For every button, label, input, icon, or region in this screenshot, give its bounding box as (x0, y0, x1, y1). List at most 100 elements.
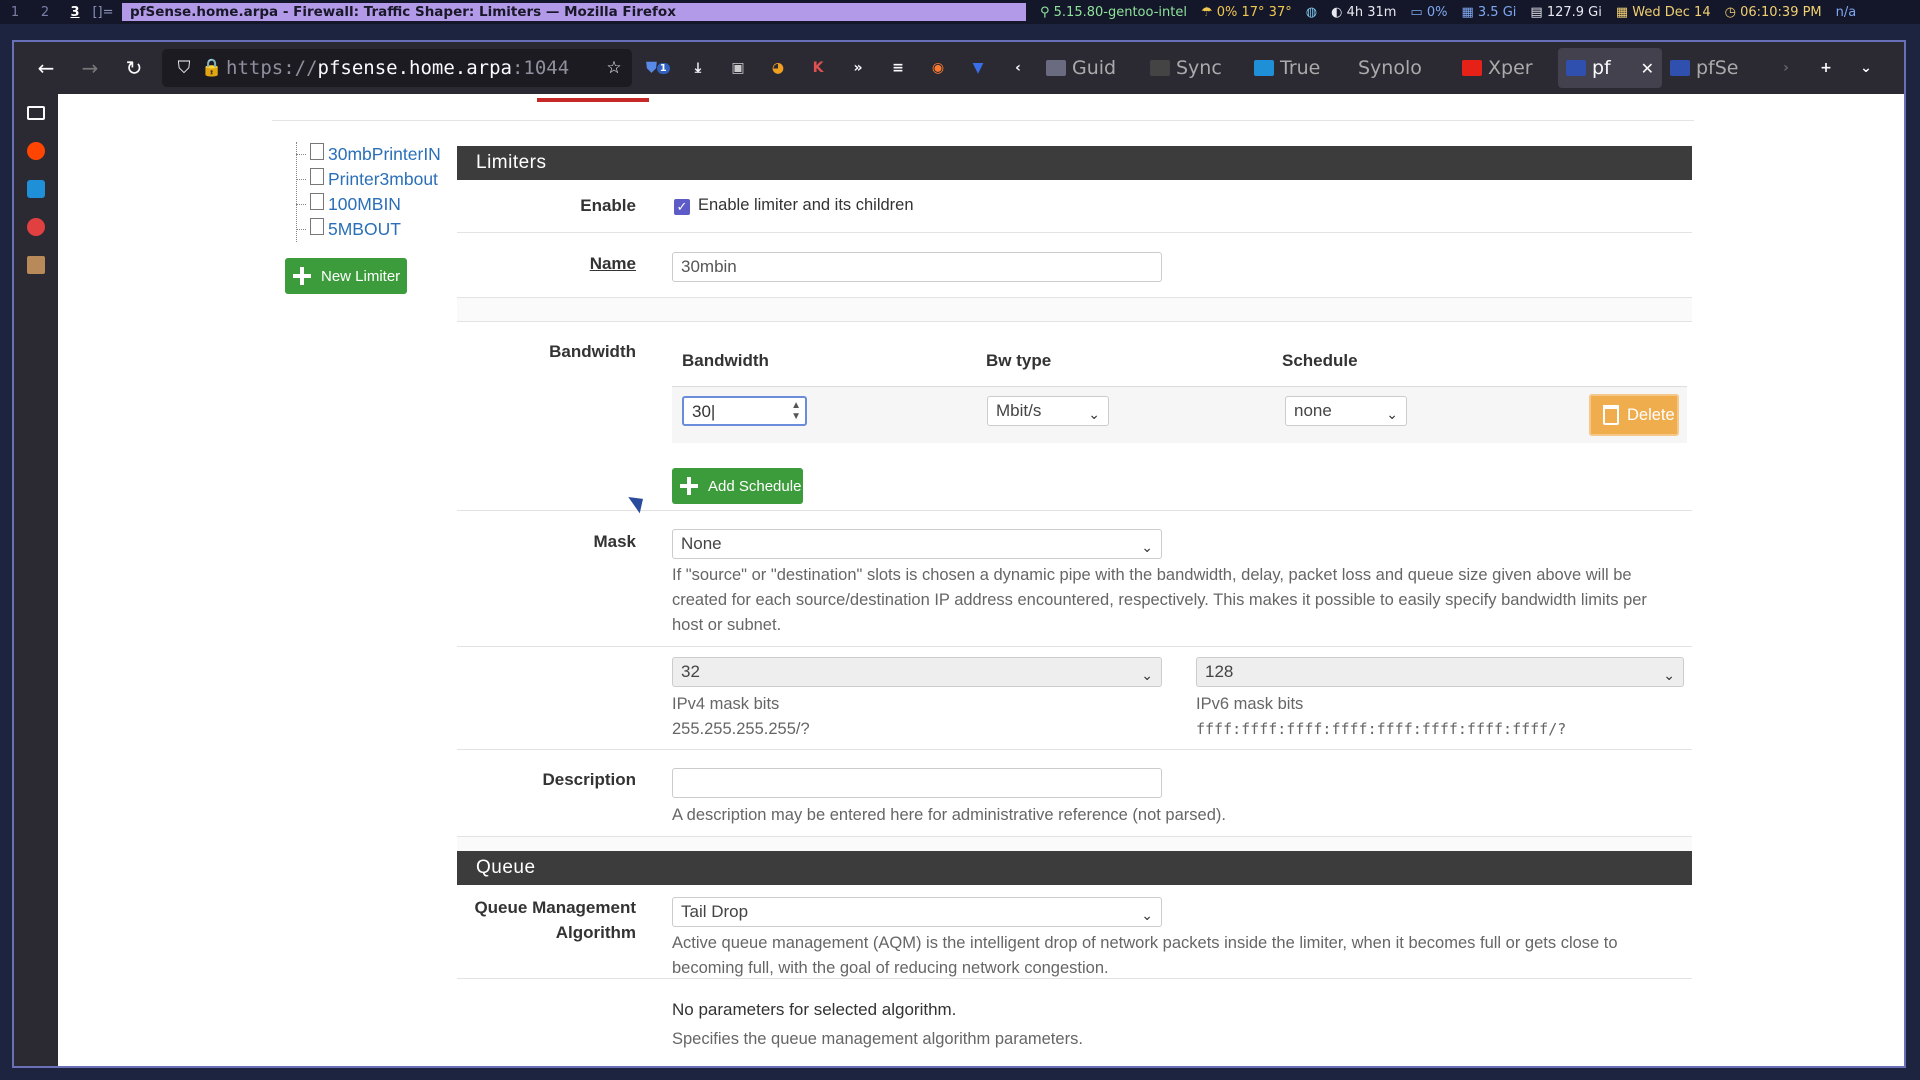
tree-item-label[interactable]: 30mbPrinterIN (328, 144, 441, 165)
memory-value: 3.5 Gi (1477, 4, 1517, 20)
reddit-icon[interactable] (14, 132, 58, 170)
tree-item-label[interactable]: 5MBOUT (328, 219, 401, 240)
ublock-extension-icon[interactable]: ⛊ 1 (638, 50, 678, 86)
window-manager-bar: 1 2 3 []= pfSense.home.arpa - Firewall: … (0, 0, 1920, 24)
enable-checkbox[interactable]: ✓ (674, 199, 690, 215)
cpu-value: 0% (1426, 4, 1448, 20)
menu-icon[interactable]: ≡ (878, 50, 918, 86)
layout-indicator[interactable]: []= (90, 5, 116, 20)
disk-value: 127.9 Gi (1546, 4, 1602, 20)
new-limiter-button[interactable]: New Limiter (285, 258, 407, 294)
tab-truenas[interactable]: True (1246, 48, 1350, 88)
schedule-column-header: Schedule (1282, 351, 1358, 370)
tab-label: pf (1592, 57, 1611, 79)
chevron-down-icon: ⌄ (1386, 406, 1398, 422)
tab-label: Xper (1488, 57, 1533, 79)
limiters-panel: Limiters Enable ✓ Enable limiter and its… (457, 146, 1692, 1066)
add-schedule-button[interactable]: Add Schedule (672, 468, 803, 504)
description-input[interactable] (672, 768, 1162, 798)
lock-icon[interactable]: 🔒 (198, 58, 226, 78)
truenas-icon[interactable] (14, 170, 58, 208)
k-extension-icon[interactable]: K (798, 50, 838, 86)
document-icon (310, 143, 324, 160)
name-row: Name 30mbin (457, 233, 1692, 298)
mask-select[interactable]: None ⌄ (672, 529, 1162, 559)
tab-list-icon[interactable]: ▼ (958, 50, 998, 86)
cpu-status: ▭ 0% (1410, 4, 1448, 20)
tab-favicon-icon (1046, 60, 1066, 76)
ipv4-mask-text: 255.255.255.255/? (672, 720, 810, 738)
extra-status: n/a (1835, 4, 1857, 20)
limiters-heading: Limiters (457, 146, 1692, 180)
queue-params-row: No parameters for selected algorithm. Sp… (457, 979, 1692, 1066)
tab-pfsense-active[interactable]: pf ✕ (1558, 48, 1662, 88)
bookmark-star-icon[interactable]: ☆ (600, 58, 628, 78)
reader-extension-icon[interactable]: ▣ (718, 50, 758, 86)
all-tabs-chevron-icon[interactable]: ⌄ (1846, 50, 1886, 86)
queue-algorithm-select[interactable]: Tail Drop ⌄ (672, 897, 1162, 927)
close-tab-icon[interactable]: ✕ (1641, 59, 1654, 78)
trash-icon (1603, 405, 1619, 425)
enable-text[interactable]: Enable limiter and its children (698, 193, 914, 218)
new-tab-icon[interactable]: + (1806, 50, 1846, 86)
ipv4-bits-value: 32 (681, 662, 700, 681)
tree-item-label[interactable]: 100MBIN (328, 194, 401, 215)
firefox-window: ← → ↻ ⛉ 🔒 https://pfsense.home.arpa:1044… (12, 40, 1906, 1068)
tree-item-5mbout[interactable]: 5MBOUT (296, 217, 441, 242)
tab-favicon-icon (1566, 60, 1586, 76)
avatar-icon[interactable] (14, 246, 58, 284)
back-arrow-icon[interactable]: ← (24, 48, 68, 88)
tab-guide[interactable]: Guid (1038, 48, 1142, 88)
document-icon (310, 193, 324, 210)
url-rest: :1044 (511, 57, 570, 79)
tab-youtube[interactable]: Xper (1454, 48, 1558, 88)
firefox-view-icon[interactable]: ◉ (918, 50, 958, 86)
tab-pfsense[interactable]: pfSe (1662, 48, 1766, 88)
bandwidth-number-input[interactable]: 30| ▲ ▼ (682, 396, 807, 426)
tree-item-100mbin[interactable]: 100MBIN (296, 192, 441, 217)
workspace-1[interactable]: 1 (0, 5, 30, 20)
active-tab-underline (537, 98, 649, 102)
url-prefix: https:// (226, 57, 318, 79)
tree-item-label[interactable]: Printer3mbout (328, 169, 438, 190)
tab-sync[interactable]: Sync (1142, 48, 1246, 88)
forward-arrow-icon[interactable]: → (68, 48, 112, 88)
cookie-extension-icon[interactable]: ◕ (758, 50, 798, 86)
temperature-status: ☂ 0% 17° 37° (1200, 4, 1292, 20)
url-bar[interactable]: ⛉ 🔒 https://pfsense.home.arpa:1044 ☆ (162, 49, 632, 87)
tab-label: Sync (1176, 57, 1222, 79)
bwtype-value: Mbit/s (996, 401, 1042, 420)
shield-icon[interactable]: ⛉ (170, 58, 198, 78)
downloads-icon[interactable]: ⤓ (678, 50, 718, 86)
folder-icon[interactable] (14, 94, 58, 132)
tabs-scroll-left-icon[interactable]: ‹ (998, 50, 1038, 86)
ipv4-mask-bits-select[interactable]: 32 ⌄ (672, 657, 1162, 687)
tree-item-30mbprinterin[interactable]: 30mbPrinterIN (296, 142, 441, 167)
plus-icon (678, 475, 700, 497)
gmail-icon[interactable] (14, 208, 58, 246)
name-label: Name (589, 254, 636, 273)
tree-item-printer3mbout[interactable]: Printer3mbout (296, 167, 441, 192)
reload-icon[interactable]: ↻ (112, 48, 156, 88)
browser-sidebar (14, 94, 58, 1066)
chevron-down-icon: ⌄ (1088, 406, 1100, 422)
date-status: ▦ Wed Dec 14 (1615, 4, 1711, 20)
tab-synology[interactable]: Synolo (1350, 48, 1454, 88)
memory-status: ▦ 3.5 Gi (1461, 4, 1517, 20)
tabs-scroll-right-icon[interactable]: › (1766, 50, 1806, 86)
queue-algorithm-row: Queue Management Algorithm Tail Drop ⌄ Ac… (457, 885, 1692, 979)
bwtype-select[interactable]: Mbit/s ⌄ (987, 396, 1109, 426)
workspace-3[interactable]: 3 (60, 5, 90, 20)
more-extensions-icon[interactable]: » (838, 50, 878, 86)
limiter-tree: 30mbPrinterIN Printer3mbout 100MBIN 5MBO… (296, 142, 441, 242)
spacer-row (457, 298, 1692, 322)
schedule-select[interactable]: none ⌄ (1285, 396, 1407, 426)
plus-icon (291, 265, 313, 287)
ipv6-mask-bits-select[interactable]: 128 ⌄ (1196, 657, 1684, 687)
delete-button[interactable]: Delete (1589, 394, 1679, 436)
spinner-arrows-icon[interactable]: ▲ ▼ (791, 400, 801, 422)
workspace-2[interactable]: 2 (30, 5, 60, 20)
name-input[interactable]: 30mbin (672, 252, 1162, 282)
queue-algorithm-help: Active queue management (AQM) is the int… (672, 934, 1618, 977)
queue-algorithm-label: Queue Management Algorithm (474, 898, 636, 942)
